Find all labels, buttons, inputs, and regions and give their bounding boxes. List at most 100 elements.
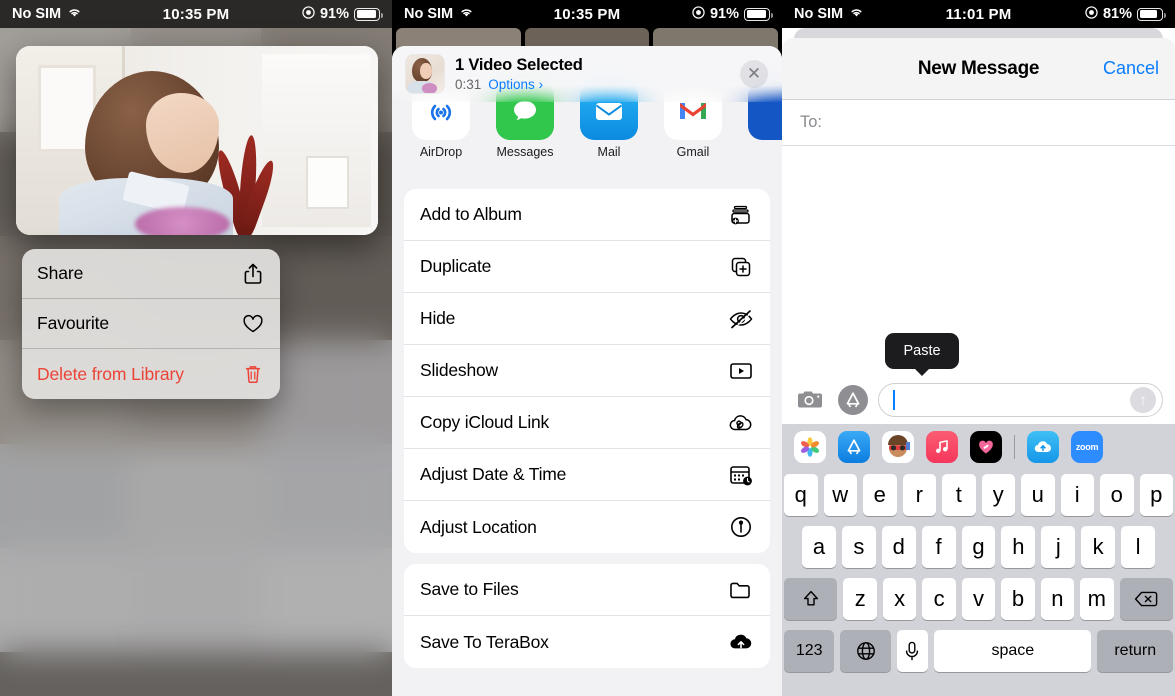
- key-l[interactable]: l: [1121, 526, 1156, 568]
- share-action-save-to-terabox[interactable]: Save To TeraBox: [404, 616, 770, 668]
- key-h[interactable]: h: [1001, 526, 1036, 568]
- return-key[interactable]: return: [1097, 630, 1173, 672]
- text-caret: [893, 390, 895, 410]
- appstore-icon[interactable]: [838, 431, 870, 463]
- share-action-label: Adjust Location: [420, 516, 537, 537]
- key-d[interactable]: d: [881, 526, 916, 568]
- to-field-label: To:: [800, 113, 823, 131]
- key-i[interactable]: i: [1060, 474, 1094, 516]
- add-to-album-icon: [728, 202, 754, 228]
- share-action-label: Slideshow: [420, 360, 498, 380]
- folder-icon: [728, 577, 754, 603]
- keyboard-keys: q w e r t y u i o p a s d f g h j k l z …: [782, 470, 1175, 672]
- key-a[interactable]: a: [802, 526, 836, 568]
- panel-share-sheet: No SIM 10:35 PM 91% AirDrop Messages Mai…: [392, 0, 782, 696]
- key-m[interactable]: m: [1080, 578, 1114, 620]
- drawer-divider: [1014, 435, 1015, 459]
- zoom-label: zoom: [1075, 442, 1099, 452]
- shift-icon[interactable]: [783, 578, 838, 620]
- key-c[interactable]: c: [922, 578, 956, 620]
- context-menu-item-share[interactable]: Share: [22, 249, 280, 299]
- location-icon: [1085, 5, 1098, 23]
- space-key[interactable]: space: [934, 630, 1092, 672]
- key-u[interactable]: u: [1021, 474, 1055, 516]
- battery-icon-3: [1137, 7, 1166, 21]
- globe-icon[interactable]: [840, 630, 891, 672]
- key-v[interactable]: v: [961, 578, 996, 620]
- share-action-slideshow[interactable]: Slideshow: [404, 345, 770, 397]
- icloud-link-icon: [728, 410, 754, 436]
- battery-icon-2: [744, 7, 773, 21]
- share-app-label: Gmail: [676, 145, 710, 159]
- share-action-adjust-date-time[interactable]: Adjust Date & Time: [404, 449, 770, 501]
- key-s[interactable]: s: [841, 526, 876, 568]
- share-action-label: Adjust Date & Time: [420, 464, 567, 484]
- key-q[interactable]: q: [784, 474, 818, 516]
- to-field[interactable]: To:: [782, 100, 1175, 146]
- share-action-add-to-album[interactable]: Add to Album: [404, 189, 770, 241]
- keyboard-row-2: a s d f g h j k l: [782, 526, 1175, 568]
- page-title: New Message: [917, 57, 1040, 79]
- fitness-icon[interactable]: [970, 431, 1002, 463]
- selected-photo-preview[interactable]: [16, 46, 378, 235]
- share-action-copy-icloud-link[interactable]: Copy iCloud Link: [404, 397, 770, 449]
- share-action-adjust-location[interactable]: Adjust Location: [404, 501, 770, 553]
- paste-tooltip[interactable]: Paste: [885, 333, 959, 369]
- chevron-right-icon: ›: [538, 77, 544, 92]
- cancel-button[interactable]: Cancel: [1103, 58, 1159, 79]
- key-e[interactable]: e: [863, 474, 897, 516]
- camera-icon[interactable]: [794, 387, 828, 413]
- key-g[interactable]: g: [961, 526, 996, 568]
- context-menu-label: Favourite: [37, 313, 110, 333]
- key-j[interactable]: j: [1041, 526, 1076, 568]
- conversation-area: [782, 146, 1175, 376]
- status-bar-2: No SIM 10:35 PM 91%: [392, 0, 782, 28]
- message-input-bar: ↑: [782, 376, 1175, 424]
- numbers-key[interactable]: 123: [784, 630, 835, 672]
- share-sheet-header: 1 Video Selected 0:31 Options › ✕: [392, 46, 782, 102]
- context-menu-item-delete[interactable]: Delete from Library: [22, 349, 280, 399]
- options-label: Options: [488, 77, 535, 92]
- memoji-icon[interactable]: [882, 431, 914, 463]
- panel-new-message: No SIM 11:01 PM 81% New Message Cancel T…: [782, 0, 1175, 696]
- keyboard-row-4: 123 space return: [782, 630, 1175, 672]
- key-z[interactable]: z: [843, 578, 877, 620]
- key-n[interactable]: n: [1040, 578, 1075, 620]
- key-w[interactable]: w: [823, 474, 857, 516]
- calendar-clock-icon: [728, 462, 754, 488]
- paste-tooltip-label: Paste: [903, 343, 941, 359]
- share-action-duplicate[interactable]: Duplicate: [404, 241, 770, 293]
- keyboard-row-3: z x c v b n m: [782, 578, 1175, 620]
- close-icon[interactable]: ✕: [740, 60, 768, 88]
- share-action-save-to-files[interactable]: Save to Files: [404, 564, 770, 616]
- key-t[interactable]: t: [942, 474, 976, 516]
- onedrive-icon[interactable]: [1027, 431, 1059, 463]
- duplicate-icon: [728, 254, 754, 280]
- share-action-hide[interactable]: Hide: [404, 293, 770, 345]
- message-input[interactable]: ↑: [878, 383, 1163, 417]
- music-icon[interactable]: [926, 431, 958, 463]
- battery-percent-3: 81%: [1102, 6, 1132, 22]
- backspace-icon[interactable]: [1119, 578, 1174, 620]
- key-b[interactable]: b: [1001, 578, 1035, 620]
- key-k[interactable]: k: [1081, 526, 1116, 568]
- appstore-icon[interactable]: [838, 385, 868, 415]
- keyboard-row-1: q w e r t y u i o p: [782, 474, 1175, 516]
- key-f[interactable]: f: [921, 526, 956, 568]
- location-pin-icon: [728, 514, 754, 540]
- send-arrow-icon[interactable]: ↑: [1130, 387, 1156, 413]
- share-action-label: Copy iCloud Link: [420, 412, 550, 432]
- options-button[interactable]: Options ›: [488, 77, 543, 92]
- key-r[interactable]: r: [902, 474, 936, 516]
- share-app-label: Mail: [597, 145, 621, 159]
- key-p[interactable]: p: [1139, 474, 1173, 516]
- key-y[interactable]: y: [981, 474, 1015, 516]
- zoom-icon[interactable]: zoom: [1071, 431, 1103, 463]
- key-x[interactable]: x: [882, 578, 917, 620]
- photos-icon[interactable]: [794, 431, 826, 463]
- microphone-icon[interactable]: [896, 630, 929, 672]
- context-menu-item-favourite[interactable]: Favourite: [22, 299, 280, 349]
- context-menu-label: Share: [37, 263, 84, 283]
- share-action-group-2: Save to Files Save To TeraBox: [404, 564, 770, 668]
- key-o[interactable]: o: [1100, 474, 1134, 516]
